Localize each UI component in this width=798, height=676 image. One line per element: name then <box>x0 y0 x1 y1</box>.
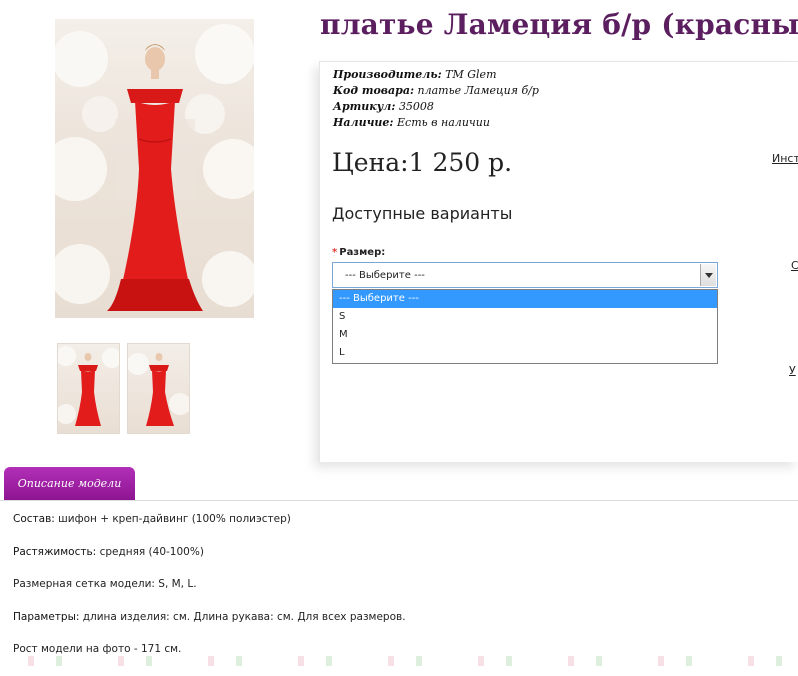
sku-label: Артикул: <box>333 100 396 113</box>
params-value: длина изделия: см. Длина рукава: см. Для… <box>82 610 406 623</box>
composition-value: шифон + креп-дайвинг (100% полиэстер) <box>58 513 291 525</box>
thumbnail-1-image <box>58 346 119 426</box>
side-link-y[interactable]: У <box>789 364 796 377</box>
size-dropdown-list[interactable]: --- Выберите --- S M L <box>332 289 718 364</box>
thumbnail-2-image <box>128 353 189 426</box>
size-option-s[interactable]: S <box>333 308 717 326</box>
size-label-text: Размер: <box>339 247 386 258</box>
stock-value: Есть в наличии <box>397 116 490 129</box>
code-label: Код товара: <box>333 84 415 97</box>
size-option-l[interactable]: L <box>333 344 717 362</box>
stretch-line: Растяжимость: средняя (40-100%) <box>13 546 406 558</box>
stock-label: Наличие: <box>333 116 394 129</box>
required-mark: * <box>332 247 338 258</box>
sku-row: Артикул: 35008 <box>333 99 539 115</box>
tab-description[interactable]: Описание модели <box>4 467 135 500</box>
size-option-m[interactable]: M <box>333 326 717 344</box>
sizes-line: Размерная сетка модели: S, M, L. <box>13 578 197 590</box>
product-meta: Производитель: TM Glem Код товара: плать… <box>333 67 539 131</box>
thumbnail-2[interactable] <box>128 344 189 433</box>
stretch-value: средняя (40-100%) <box>99 545 204 558</box>
size-label: * Размер: <box>332 247 385 258</box>
code-value: платье Ламеция б/р <box>417 84 539 97</box>
manufacturer-value[interactable]: TM Glem <box>445 68 496 81</box>
stock-row: Наличие: Есть в наличии <box>333 115 539 131</box>
params-label: Параметры: <box>13 610 80 623</box>
product-title: платье Ламеция б/р (красный) <box>320 8 798 41</box>
product-info-panel: Производитель: TM Glem Код товара: плать… <box>319 61 798 462</box>
stretch-label: Растяжимость: <box>13 545 97 558</box>
manufacturer-row: Производитель: TM Glem <box>333 67 539 83</box>
description-content: Состав: шифон + креп-дайвинг (100% полиэ… <box>13 513 406 676</box>
chevron-down-icon[interactable] <box>700 264 716 286</box>
composition-line: Состав: шифон + креп-дайвинг (100% полиэ… <box>13 513 406 525</box>
decorative-footer-strip <box>0 656 798 666</box>
dress-photo-image <box>55 24 254 311</box>
height-line: Рост модели на фото - 171 см. <box>13 643 182 655</box>
main-product-photo[interactable] <box>55 19 254 318</box>
instruction-link[interactable]: Инст <box>772 152 798 165</box>
code-row: Код товара: платье Ламеция б/р <box>333 83 539 99</box>
size-option-placeholder[interactable]: --- Выберите --- <box>333 290 717 308</box>
manufacturer-label: Производитель: <box>333 68 442 81</box>
composition-label: Состав: <box>13 513 55 525</box>
thumbnail-1[interactable] <box>58 344 119 433</box>
size-select-value: --- Выберите --- <box>345 270 425 281</box>
product-price: Цена:1 250 р. <box>332 148 513 177</box>
variants-title: Доступные варианты <box>332 204 513 223</box>
tab-divider <box>0 500 798 501</box>
params-line: Параметры: длина изделия: см. Длина рука… <box>13 611 406 623</box>
side-link-c[interactable]: С <box>791 259 798 272</box>
sku-value: 35008 <box>398 100 434 113</box>
size-select[interactable]: --- Выберите --- <box>332 262 718 288</box>
